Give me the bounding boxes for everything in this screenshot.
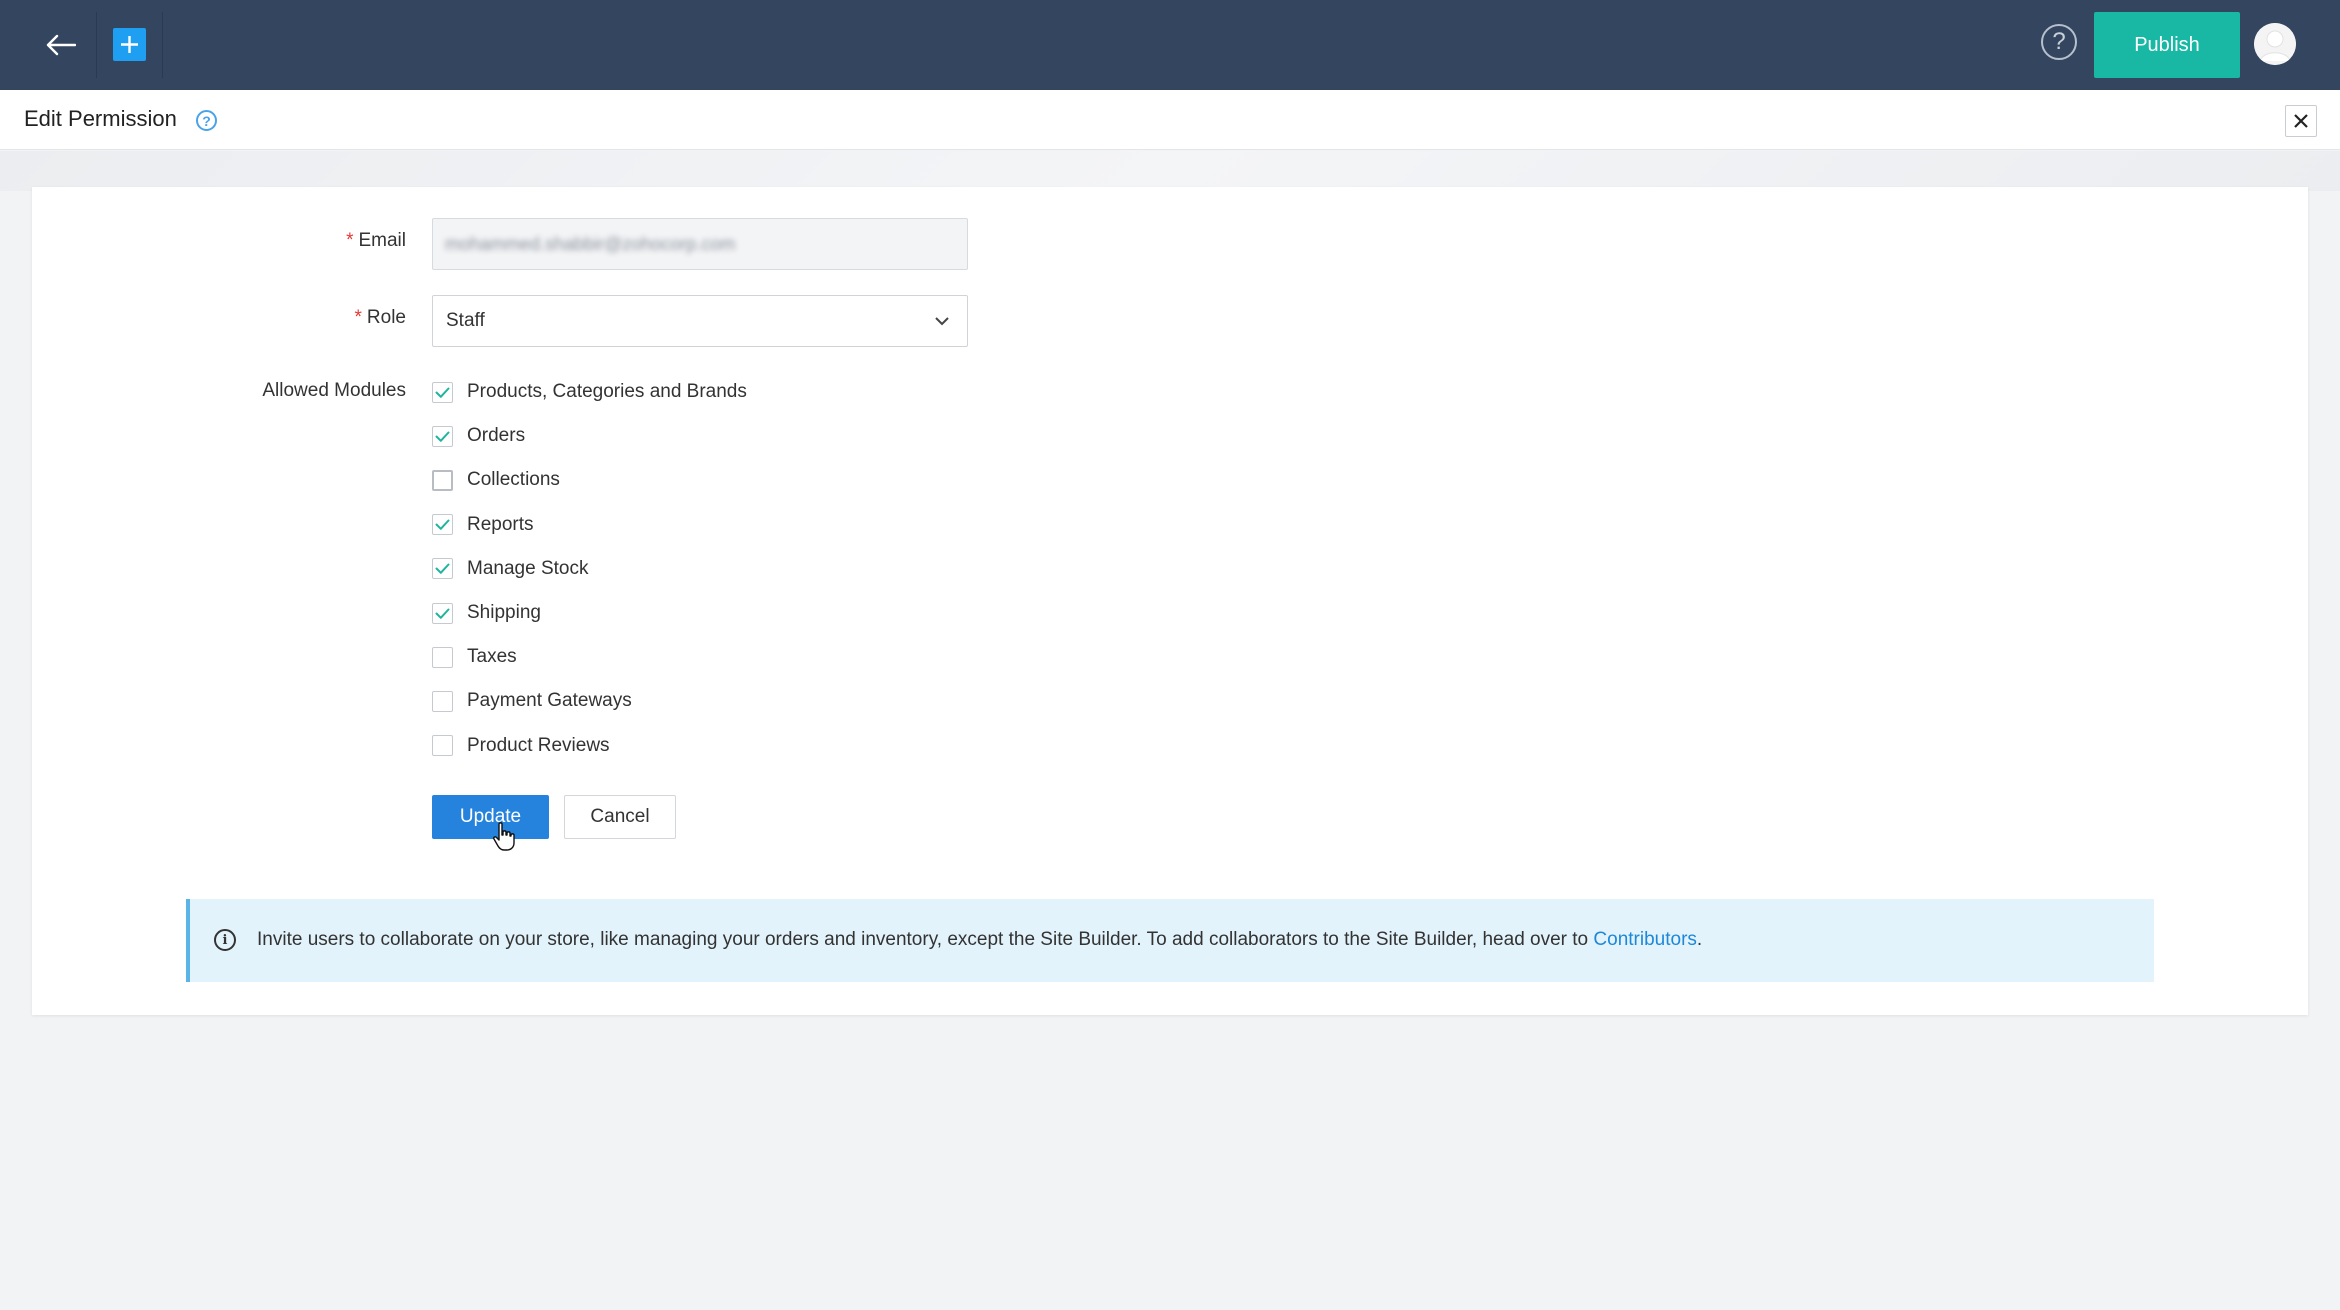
email-field[interactable]: mohammed.shabbir@zohocorp.com — [432, 218, 968, 270]
module-label: Reports — [467, 513, 534, 535]
module-checkbox-item[interactable]: Orders — [432, 421, 525, 451]
info-icon: i — [214, 929, 236, 951]
module-checkbox-item[interactable]: Products, Categories and Brands — [432, 377, 747, 407]
checkbox-unchecked[interactable] — [432, 735, 453, 757]
help-icon[interactable]: ? — [2041, 24, 2077, 60]
chevron-down-icon — [935, 317, 949, 326]
check-icon — [435, 563, 450, 575]
module-checkbox-item[interactable]: Taxes — [432, 642, 517, 672]
email-label: * Email — [346, 230, 406, 251]
page-header: Edit Permission ? — [0, 90, 2340, 150]
topbar-divider — [96, 12, 97, 78]
module-label: Collections — [467, 469, 560, 491]
user-avatar-icon — [2254, 23, 2296, 65]
module-label: Payment Gateways — [467, 690, 632, 712]
module-label: Product Reviews — [467, 734, 610, 756]
arrow-left-icon — [46, 34, 76, 56]
module-checkbox-item[interactable]: Collections — [432, 465, 560, 495]
role-select[interactable]: Staff — [432, 295, 968, 347]
module-label: Products, Categories and Brands — [467, 381, 747, 402]
module-label: Taxes — [467, 646, 517, 668]
checkbox-checked[interactable] — [432, 558, 453, 580]
close-button[interactable] — [2285, 105, 2317, 137]
module-label: Orders — [467, 425, 526, 447]
info-banner: i Invite users to collaborate on your st… — [186, 899, 2154, 982]
publish-button[interactable]: Publish — [2094, 12, 2240, 78]
close-icon — [2294, 114, 2308, 128]
background-pattern — [0, 151, 2340, 191]
checkbox-unchecked[interactable] — [432, 646, 453, 668]
role-label: * Role — [354, 307, 406, 328]
module-checkbox-item[interactable]: Product Reviews — [432, 731, 610, 761]
back-button[interactable] — [36, 22, 86, 68]
add-button[interactable] — [113, 28, 146, 61]
allowed-modules-label: Allowed Modules — [262, 380, 406, 401]
check-icon — [435, 387, 450, 398]
module-checkbox-item[interactable]: Shipping — [432, 598, 541, 628]
plus-icon — [121, 36, 138, 53]
checkbox-checked[interactable] — [432, 381, 453, 403]
cancel-button[interactable]: Cancel — [564, 795, 676, 839]
checkbox-unchecked[interactable] — [432, 469, 453, 491]
module-checkbox-item[interactable]: Manage Stock — [432, 554, 588, 584]
contributors-link[interactable]: Contributors — [1593, 929, 1697, 950]
page-title: Edit Permission — [24, 106, 177, 131]
module-label: Manage Stock — [467, 557, 589, 579]
checkbox-checked[interactable] — [432, 425, 453, 447]
check-icon — [435, 519, 450, 530]
avatar[interactable] — [2254, 23, 2296, 65]
update-button[interactable]: Update — [432, 795, 549, 839]
hand-cursor-icon — [493, 822, 515, 851]
help-icon[interactable]: ? — [196, 110, 217, 131]
module-checkbox-item[interactable]: Reports — [432, 510, 534, 540]
check-icon — [435, 431, 450, 442]
checkbox-checked[interactable] — [432, 514, 453, 536]
module-checkbox-item[interactable]: Payment Gateways — [432, 686, 632, 716]
info-text: Invite users to collaborate on your stor… — [257, 929, 1703, 950]
checkbox-checked[interactable] — [432, 602, 453, 624]
checkbox-unchecked[interactable] — [432, 690, 453, 712]
topbar-divider — [162, 12, 163, 78]
check-icon — [435, 608, 450, 619]
top-bar: ? Publish — [0, 0, 2340, 90]
module-label: Shipping — [467, 602, 541, 623]
